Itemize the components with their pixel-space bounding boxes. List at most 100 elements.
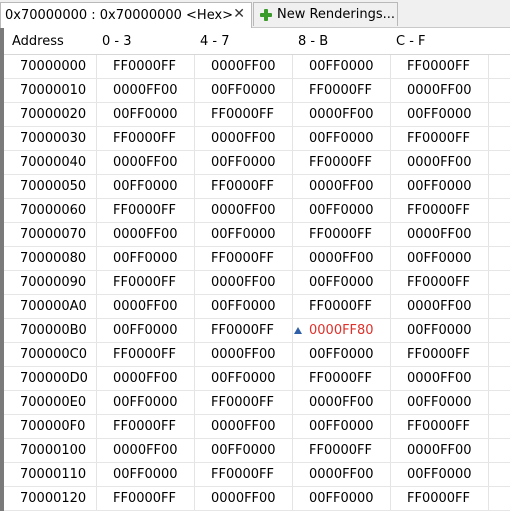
address-cell[interactable]: 700000E0 bbox=[20, 391, 86, 414]
memory-value-cell[interactable]: FF0000FF bbox=[407, 343, 470, 366]
memory-value-cell[interactable]: FF0000FF bbox=[407, 199, 470, 222]
memory-value-cell[interactable]: 0000FF00 bbox=[211, 199, 276, 222]
header-col-8-b[interactable]: 8 - B bbox=[298, 28, 328, 55]
address-cell[interactable]: 70000120 bbox=[20, 487, 86, 510]
table-row[interactable]: 70000080 00FF0000 FF0000FF 0000FF00 00FF0000 bbox=[4, 247, 510, 271]
table-row[interactable]: 700000B0 00FF0000 FF0000FF 0000FF80 00FF0000 bbox=[4, 319, 510, 343]
memory-value-cell[interactable]: FF0000FF bbox=[211, 391, 274, 414]
memory-value-cell[interactable]: 00FF0000 bbox=[407, 175, 472, 198]
table-row[interactable]: 70000030 FF0000FF 0000FF00 00FF0000 FF0000FF bbox=[4, 127, 510, 151]
memory-value-cell[interactable]: 0000FF00 bbox=[211, 55, 276, 78]
tab-hex-rendering[interactable]: 0x70000000 : 0x70000000 <Hex> ✕ bbox=[0, 2, 252, 28]
table-row[interactable]: 70000120 FF0000FF 0000FF00 00FF0000 FF0000FF bbox=[4, 487, 510, 511]
table-row[interactable]: 70000010 0000FF00 00FF0000 FF0000FF 0000FF00 bbox=[4, 79, 510, 103]
header-address[interactable]: Address bbox=[12, 28, 64, 55]
table-row[interactable]: 70000110 00FF0000 FF0000FF 0000FF00 00FF0000 bbox=[4, 463, 510, 487]
address-cell[interactable]: 700000C0 bbox=[20, 343, 87, 366]
memory-value-cell[interactable]: FF0000FF bbox=[309, 295, 372, 318]
memory-value-cell[interactable]: 0000FF00 bbox=[309, 175, 374, 198]
memory-value-cell[interactable]: FF0000FF bbox=[113, 127, 176, 150]
memory-value-cell[interactable]: FF0000FF bbox=[211, 103, 274, 126]
address-cell[interactable]: 70000070 bbox=[20, 223, 86, 246]
memory-value-cell[interactable]: 00FF0000 bbox=[309, 127, 374, 150]
memory-value-cell[interactable]: FF0000FF bbox=[211, 319, 274, 342]
address-cell[interactable]: 70000040 bbox=[20, 151, 86, 174]
memory-value-cell[interactable]: FF0000FF bbox=[407, 487, 470, 510]
memory-value-cell[interactable]: 0000FF00 bbox=[113, 151, 178, 174]
table-row[interactable]: 70000070 0000FF00 00FF0000 FF0000FF 0000FF00 bbox=[4, 223, 510, 247]
header-col-4-7[interactable]: 4 - 7 bbox=[200, 28, 230, 55]
memory-value-cell[interactable]: FF0000FF bbox=[309, 367, 372, 390]
memory-value-cell[interactable]: 0000FF00 bbox=[407, 367, 472, 390]
memory-value-cell[interactable]: 0000FF00 bbox=[211, 487, 276, 510]
header-col-c-f[interactable]: C - F bbox=[396, 28, 426, 55]
memory-value-cell[interactable]: 0000FF00 bbox=[407, 151, 472, 174]
memory-value-cell[interactable]: 0000FF00 bbox=[407, 439, 472, 462]
memory-value-cell[interactable]: 0000FF00 bbox=[211, 415, 276, 438]
table-row[interactable]: 70000100 0000FF00 00FF0000 FF0000FF 0000FF00 bbox=[4, 439, 510, 463]
memory-value-cell[interactable]: 00FF0000 bbox=[211, 223, 276, 246]
memory-value-cell[interactable]: 00FF0000 bbox=[407, 247, 472, 270]
memory-value-cell[interactable]: 00FF0000 bbox=[211, 151, 276, 174]
address-cell[interactable]: 70000010 bbox=[20, 79, 86, 102]
memory-value-cell[interactable]: 0000FF00 bbox=[309, 247, 374, 270]
table-row[interactable]: 700000D0 0000FF00 00FF0000 FF0000FF 0000FF00 bbox=[4, 367, 510, 391]
memory-value-cell[interactable]: 00FF0000 bbox=[407, 463, 472, 486]
address-cell[interactable]: 70000110 bbox=[20, 463, 86, 486]
memory-value-cell[interactable]: FF0000FF bbox=[309, 79, 372, 102]
memory-value-cell[interactable]: 0000FF00 bbox=[211, 127, 276, 150]
memory-value-cell[interactable]: FF0000FF bbox=[113, 343, 176, 366]
memory-value-cell[interactable]: 00FF0000 bbox=[309, 271, 374, 294]
memory-value-cell[interactable]: 00FF0000 bbox=[309, 415, 374, 438]
tab-new-renderings[interactable]: New Renderings... bbox=[253, 2, 398, 26]
header-col-0-3[interactable]: 0 - 3 bbox=[102, 28, 132, 55]
memory-value-cell[interactable]: 0000FF00 bbox=[113, 295, 178, 318]
address-cell[interactable]: 700000D0 bbox=[20, 367, 88, 390]
table-row[interactable]: 700000E0 00FF0000 FF0000FF 0000FF00 00FF0000 bbox=[4, 391, 510, 415]
memory-value-cell[interactable]: 0000FF00 bbox=[113, 79, 178, 102]
table-row[interactable]: 70000040 0000FF00 00FF0000 FF0000FF 0000FF00 bbox=[4, 151, 510, 175]
memory-value-cell[interactable]: 0000FF00 bbox=[113, 439, 178, 462]
memory-value-cell[interactable]: 00FF0000 bbox=[113, 391, 178, 414]
table-row[interactable]: 70000000 FF0000FF 0000FF00 00FF0000 FF0000FF bbox=[4, 55, 510, 79]
address-cell[interactable]: 70000100 bbox=[20, 439, 86, 462]
table-row[interactable]: 70000060 FF0000FF 0000FF00 00FF0000 FF0000FF bbox=[4, 199, 510, 223]
table-row[interactable]: 700000C0 FF0000FF 0000FF00 00FF0000 FF0000FF bbox=[4, 343, 510, 367]
memory-value-cell[interactable]: FF0000FF bbox=[407, 271, 470, 294]
memory-value-cell[interactable]: 0000FF00 bbox=[309, 103, 374, 126]
memory-value-cell[interactable]: 00FF0000 bbox=[211, 439, 276, 462]
memory-value-cell[interactable]: FF0000FF bbox=[407, 127, 470, 150]
memory-value-cell[interactable]: 00FF0000 bbox=[113, 247, 178, 270]
address-cell[interactable]: 700000B0 bbox=[20, 319, 87, 342]
address-cell[interactable]: 70000020 bbox=[20, 103, 86, 126]
memory-value-cell[interactable]: 0000FF80 bbox=[309, 319, 374, 342]
address-cell[interactable]: 70000060 bbox=[20, 199, 86, 222]
memory-value-cell[interactable]: 0000FF00 bbox=[407, 79, 472, 102]
memory-value-cell[interactable]: FF0000FF bbox=[113, 271, 176, 294]
address-cell[interactable]: 700000A0 bbox=[20, 295, 87, 318]
memory-value-cell[interactable]: FF0000FF bbox=[309, 223, 372, 246]
memory-value-cell[interactable]: FF0000FF bbox=[113, 415, 176, 438]
table-row[interactable]: 700000F0 FF0000FF 0000FF00 00FF0000 FF0000FF bbox=[4, 415, 510, 439]
table-row[interactable]: 70000090 FF0000FF 0000FF00 00FF0000 FF0000FF bbox=[4, 271, 510, 295]
memory-value-cell[interactable]: 0000FF00 bbox=[113, 223, 178, 246]
memory-value-cell[interactable]: 0000FF00 bbox=[211, 271, 276, 294]
memory-value-cell[interactable]: 0000FF00 bbox=[407, 223, 472, 246]
memory-value-cell[interactable]: 00FF0000 bbox=[309, 487, 374, 510]
memory-value-cell[interactable]: 0000FF00 bbox=[211, 343, 276, 366]
memory-value-cell[interactable]: FF0000FF bbox=[309, 439, 372, 462]
memory-value-cell[interactable]: 00FF0000 bbox=[211, 367, 276, 390]
memory-value-cell[interactable]: 00FF0000 bbox=[113, 463, 178, 486]
memory-value-cell[interactable]: 00FF0000 bbox=[211, 295, 276, 318]
memory-value-cell[interactable]: FF0000FF bbox=[113, 199, 176, 222]
memory-value-cell[interactable]: FF0000FF bbox=[113, 55, 176, 78]
memory-value-cell[interactable]: 00FF0000 bbox=[309, 343, 374, 366]
address-cell[interactable]: 70000030 bbox=[20, 127, 86, 150]
memory-value-cell[interactable]: 00FF0000 bbox=[211, 79, 276, 102]
memory-value-cell[interactable]: FF0000FF bbox=[309, 151, 372, 174]
address-cell[interactable]: 70000000 bbox=[20, 55, 86, 78]
memory-value-cell[interactable]: FF0000FF bbox=[407, 415, 470, 438]
memory-value-cell[interactable]: 0000FF00 bbox=[113, 367, 178, 390]
memory-value-cell[interactable]: FF0000FF bbox=[113, 487, 176, 510]
memory-value-cell[interactable]: 00FF0000 bbox=[407, 391, 472, 414]
